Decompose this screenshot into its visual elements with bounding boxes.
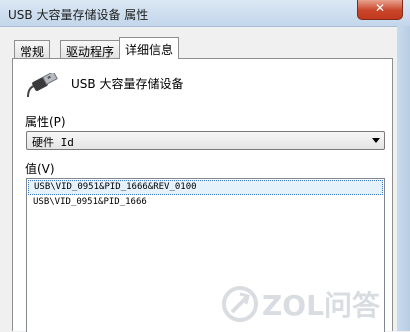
tab-details[interactable]: 详细信息 xyxy=(119,37,180,59)
close-button[interactable]: ✕ xyxy=(357,0,403,20)
usb-plug-icon xyxy=(27,73,58,98)
property-selected-value: 硬件 Id xyxy=(32,136,74,149)
chevron-down-icon[interactable] xyxy=(372,138,380,143)
zol-watermark: ZOL问答 xyxy=(222,286,381,322)
window-frame xyxy=(397,26,410,331)
property-label: 属性(P) xyxy=(25,115,66,129)
tab-details-label: 详细信息 xyxy=(125,43,174,57)
list-item[interactable]: USB\VID_0951&PID_1666&REV_0100 xyxy=(28,180,383,195)
close-icon: ✕ xyxy=(374,1,386,15)
tab-general[interactable]: 常规 xyxy=(14,40,51,59)
tab-driver-label: 驱动程序 xyxy=(66,45,115,59)
watermark-text: ZOL问答 xyxy=(262,289,381,322)
device-name: USB 大容量存储设备 xyxy=(71,77,184,91)
window-title: USB 大容量存储设备 属性 xyxy=(8,8,149,22)
property-dropdown[interactable]: 硬件 Id xyxy=(26,131,385,150)
tab-general-label: 常规 xyxy=(20,45,45,59)
tab-driver[interactable]: 驱动程序 xyxy=(60,40,121,59)
list-item[interactable]: USB\VID_0951&PID_1666 xyxy=(28,196,383,211)
values-label: 值(V) xyxy=(25,162,55,176)
title-bar[interactable]: USB 大容量存储设备 属性 xyxy=(0,0,410,27)
